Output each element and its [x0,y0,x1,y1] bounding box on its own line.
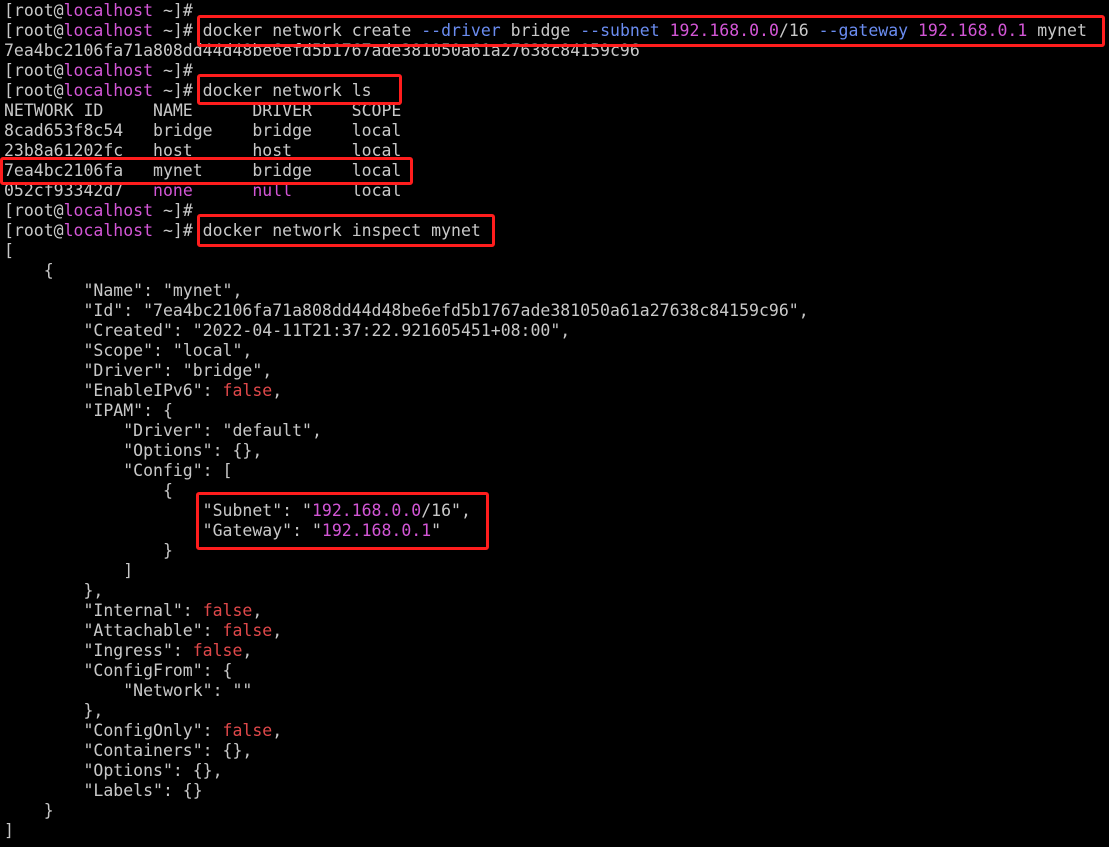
terminal-text-segment: { [4,261,54,280]
terminal-line: 8cad653f8c54 bridge bridge local [4,121,401,141]
terminal-text-segment: "Created": "2022-04-11T21:37:22.92160545… [4,321,571,340]
terminal-text-segment: localhost [63,201,154,220]
terminal-line: "EnableIPv6": false, [4,381,282,401]
terminal-line: } [4,541,173,561]
terminal-line: { [4,481,173,501]
terminal-text-segment: "Containers": {}, [4,741,253,760]
terminal-line: [root@localhost ~]# [4,201,193,221]
terminal-text-segment: [root@ [4,21,64,40]
terminal-text-segment: localhost [63,81,154,100]
terminal-text-segment: , [252,601,263,620]
terminal-text-segment: ] [4,561,134,580]
terminal-line: [root@localhost ~]# [4,61,193,81]
terminal-text-segment: "Internal": [4,601,203,620]
terminal-text-segment: localhost [63,61,154,80]
terminal-text-segment: "Driver": "default", [4,421,322,440]
terminal-text-segment: , [242,641,253,660]
terminal-line: "Options": {}, [4,441,262,461]
terminal-text-segment: "IPAM": { [4,401,173,420]
terminal-text-segment: , [272,381,283,400]
terminal-text-segment: ~]# [153,201,193,220]
terminal-text-segment: localhost [63,1,154,20]
terminal-line: "Driver": "bridge", [4,361,272,381]
terminal-line: "Created": "2022-04-11T21:37:22.92160545… [4,321,570,341]
terminal-line: "Options": {}, [4,761,223,781]
terminal-window[interactable]: [root@localhost ~]# [root@localhost ~]# d… [0,0,1109,847]
terminal-text-segment: "Options": {}, [4,441,263,460]
terminal-line: [root@localhost ~]# [4,1,193,21]
terminal-text-segment: [root@ [4,61,64,80]
terminal-text-segment: false [222,721,273,740]
terminal-line: "Name": "mynet", [4,281,242,301]
terminal-text-segment: "Attachable": [4,621,223,640]
terminal-text-segment: }, [4,581,104,600]
highlight-create-command [197,15,1105,47]
terminal-text-segment: "Config": [ [4,461,233,480]
terminal-line: "Config": [ [4,461,232,481]
terminal-text-segment: "Labels": {} [4,781,203,800]
terminal-text-segment: "Scope": "local", [4,341,253,360]
terminal-text-segment: "EnableIPv6": [4,381,223,400]
terminal-line: ] [4,561,133,581]
terminal-line: [ [4,241,14,261]
terminal-text-segment: ~]# [153,1,193,20]
terminal-line: "Driver": "default", [4,421,322,441]
terminal-text-segment: "Ingress": [4,641,193,660]
terminal-text-segment: { [4,481,173,500]
terminal-line: { [4,261,54,281]
terminal-text-segment: false [202,601,253,620]
terminal-text-segment: localhost [63,221,154,240]
terminal-line: "Attachable": false, [4,621,282,641]
highlight-mynet-row [0,157,413,185]
terminal-text-segment: "ConfigOnly": [4,721,223,740]
terminal-line: "Internal": false, [4,601,262,621]
terminal-text-segment: } [4,541,173,560]
terminal-text-segment: } [4,801,54,820]
highlight-ipam-config [196,492,489,550]
terminal-text-segment: [root@ [4,201,64,220]
terminal-text-segment: "Options": {}, [4,761,223,780]
terminal-text-segment: false [222,381,273,400]
terminal-text-segment: false [222,621,273,640]
terminal-text-segment: , [272,721,283,740]
terminal-text-segment: localhost [63,21,154,40]
highlight-inspect-command [197,214,495,247]
terminal-line: "Id": "7ea4bc2106fa71a808dd44d48be6efd5b… [4,301,809,321]
highlight-ls-command [197,74,402,105]
terminal-line: "ConfigOnly": false, [4,721,282,741]
terminal-text-segment: 8cad653f8c54 bridge bridge local [4,121,402,140]
terminal-line: "Labels": {} [4,781,203,801]
terminal-text-segment: ~]# [153,61,193,80]
terminal-line: } [4,801,54,821]
terminal-text-segment: "Id": "7ea4bc2106fa71a808dd44d48be6efd5b… [4,301,809,320]
terminal-text-segment: "ConfigFrom": { [4,661,233,680]
terminal-line: }, [4,581,103,601]
terminal-line: "Ingress": false, [4,641,252,661]
terminal-line: "Containers": {}, [4,741,252,761]
terminal-line: "Network": "" [4,681,252,701]
terminal-text-segment: , [272,621,283,640]
terminal-text-segment: [root@ [4,81,64,100]
terminal-line: "ConfigFrom": { [4,661,232,681]
terminal-text-segment: [root@ [4,221,64,240]
terminal-text-segment: "Name": "mynet", [4,281,243,300]
terminal-line: }, [4,701,103,721]
terminal-text-segment: [ [4,241,14,260]
terminal-text-segment: false [192,641,243,660]
terminal-text-segment: "Driver": "bridge", [4,361,273,380]
terminal-text-segment: "Network": "" [4,681,253,700]
terminal-text-segment: }, [4,701,104,720]
terminal-text-segment: ] [4,821,14,840]
terminal-line: "IPAM": { [4,401,173,421]
terminal-text-segment: [root@ [4,1,64,20]
terminal-line: "Scope": "local", [4,341,252,361]
terminal-line: ] [4,821,14,841]
